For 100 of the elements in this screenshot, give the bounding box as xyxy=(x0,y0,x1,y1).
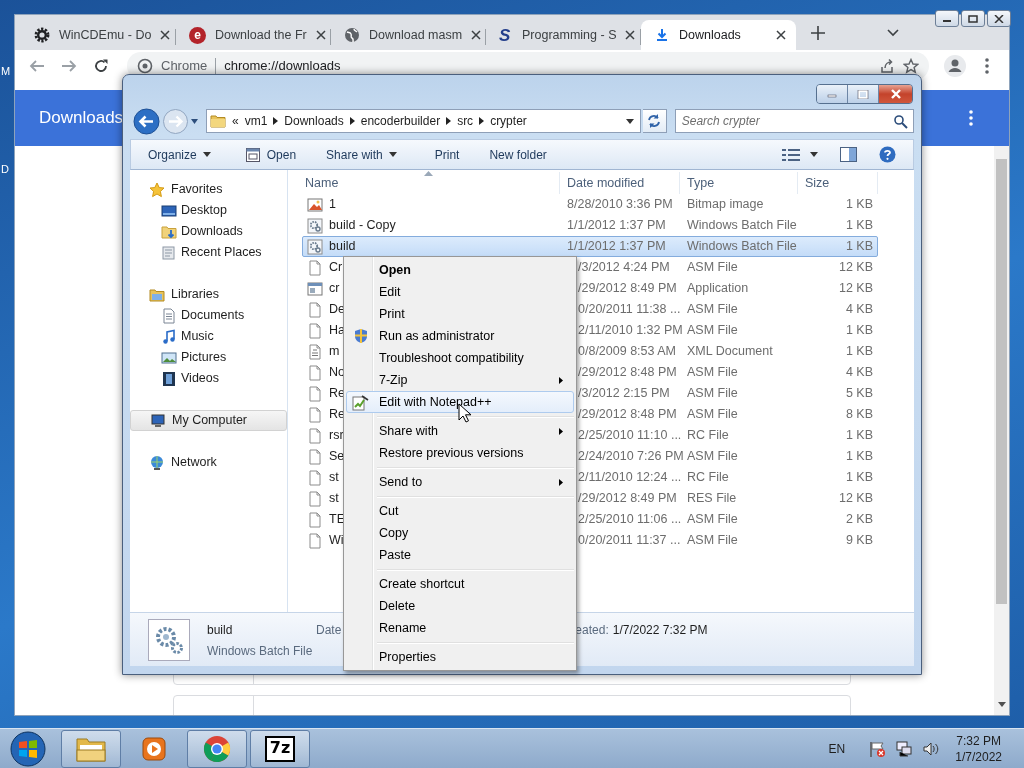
chevron-icon[interactable] xyxy=(479,117,485,125)
file-type: XML Document xyxy=(687,344,773,359)
menu-item[interactable]: Rename xyxy=(346,617,574,639)
share-icon[interactable] xyxy=(879,58,895,74)
taskbar-button[interactable]: 7z xyxy=(250,729,310,768)
menu-item[interactable]: Share with xyxy=(346,420,574,442)
close-icon xyxy=(889,89,902,99)
breadcrumb-item[interactable]: src xyxy=(457,112,474,130)
column-header[interactable]: Type xyxy=(680,172,798,194)
nav-item[interactable]: Music xyxy=(130,326,287,347)
toolbar-button[interactable]: Print xyxy=(425,142,469,167)
action-center-icon[interactable] xyxy=(868,739,887,758)
date-modified: /3/2012 4:24 PM xyxy=(578,260,670,275)
menu-item[interactable]: Print xyxy=(346,303,574,325)
file-icon xyxy=(307,532,323,549)
nav-item[interactable]: Desktop xyxy=(130,200,287,221)
profile-button[interactable] xyxy=(941,52,969,80)
chevron-icon[interactable] xyxy=(349,117,355,125)
recent-pages-button[interactable] xyxy=(191,118,198,124)
scrollbar[interactable] xyxy=(994,146,1009,715)
date-modified: 8/28/2010 3:36 PM xyxy=(567,197,673,212)
refresh-button[interactable] xyxy=(642,109,667,133)
bookmark-star-icon[interactable] xyxy=(903,58,919,74)
scroll-thumb[interactable] xyxy=(996,159,1007,604)
menu-item[interactable]: Properties xyxy=(346,646,574,668)
back-button[interactable] xyxy=(133,107,160,135)
clock[interactable]: 7:32 PM 1/7/2022 xyxy=(955,732,1002,765)
nav-item[interactable]: Videos xyxy=(130,368,287,389)
search-icon[interactable] xyxy=(893,114,908,129)
menu-item[interactable]: Open xyxy=(346,259,574,281)
desktop-icon-label[interactable]: D xyxy=(1,164,9,175)
file-type: ASM File xyxy=(687,386,738,401)
close-icon[interactable] xyxy=(471,30,482,40)
breadcrumb-item[interactable]: vm1 xyxy=(244,112,268,130)
file-size: 1 KB xyxy=(845,323,873,338)
taskbar-button[interactable] xyxy=(61,729,121,768)
close-icon[interactable] xyxy=(776,30,786,40)
breadcrumb-item[interactable]: crypter xyxy=(490,112,527,130)
menu-item[interactable]: Paste xyxy=(346,544,574,566)
browser-tab[interactable]: WinCDEmu - Do xyxy=(21,20,176,50)
nav-item[interactable]: My Computer xyxy=(130,410,287,431)
language-indicator[interactable]: EN xyxy=(828,739,846,758)
breadcrumb-item[interactable]: Downloads xyxy=(284,112,344,130)
nav-item[interactable]: Downloads xyxy=(130,221,287,242)
menu-item[interactable]: Restore previous versions xyxy=(346,442,574,464)
desktop-icon-label[interactable]: M xyxy=(1,66,11,77)
breadcrumb-item[interactable]: encoderbuilder xyxy=(360,112,441,130)
list-view-icon xyxy=(782,147,800,162)
nav-item[interactable]: Favorites xyxy=(130,179,287,200)
nav-item[interactable]: Documents xyxy=(130,305,287,326)
chrome-icon xyxy=(203,734,231,763)
browser-tab[interactable]: Download masm xyxy=(331,20,486,50)
menu-item[interactable]: Edit with Notepad++ xyxy=(346,391,574,413)
nav-item[interactable]: Libraries xyxy=(130,284,287,305)
close-button[interactable] xyxy=(879,85,912,103)
document-icon xyxy=(161,307,177,324)
site-info-icon[interactable] xyxy=(137,58,153,74)
column-header[interactable]: Date modified xyxy=(560,172,680,194)
toolbar-button[interactable]: Open xyxy=(235,142,306,167)
column-header[interactable]: Name xyxy=(298,172,560,194)
menu-item[interactable]: Send to xyxy=(346,471,574,493)
menu-item[interactable]: Edit xyxy=(346,281,574,303)
site-logo: S xyxy=(499,26,512,44)
menu-item[interactable]: 7-Zip xyxy=(346,369,574,391)
toolbar-button[interactable]: Organize xyxy=(139,142,220,167)
toolbar-button[interactable]: Share with xyxy=(317,142,406,167)
file-name: rsr xyxy=(329,427,344,445)
menu-item[interactable]: Create shortcut xyxy=(346,573,574,595)
chevron-icon[interactable] xyxy=(273,117,279,125)
network-icon[interactable] xyxy=(895,739,914,758)
browser-tab[interactable]: Downloads xyxy=(641,20,796,50)
menu-item[interactable]: Cut xyxy=(346,500,574,522)
column-header[interactable]: Size xyxy=(798,172,878,194)
selected-file-row[interactable]: build 1/1/2012 1:37 PM Windows Batch File 1 KB xyxy=(302,236,878,257)
nav-item[interactable]: Pictures xyxy=(130,347,287,368)
address-bar[interactable]: « vm1 Downloads encoderbuilder src crypter xyxy=(206,109,641,133)
toolbar-button[interactable]: New folder xyxy=(480,142,556,167)
maximize-button[interactable] xyxy=(961,10,985,27)
help-icon xyxy=(879,146,896,163)
maximize-button[interactable] xyxy=(848,85,879,103)
nav-item[interactable]: Recent Places xyxy=(130,242,287,263)
close-icon[interactable] xyxy=(160,30,171,40)
close-icon[interactable] xyxy=(315,30,326,40)
menu-item[interactable]: Copy xyxy=(346,522,574,544)
close-button[interactable] xyxy=(987,10,1011,27)
menu-item[interactable]: Delete xyxy=(346,595,574,617)
image-file-icon xyxy=(307,196,323,213)
scroll-down-icon[interactable] xyxy=(997,702,1006,707)
chevron-icon[interactable] xyxy=(446,117,452,125)
close-icon[interactable] xyxy=(625,30,636,40)
overflow-chevron[interactable]: « xyxy=(232,112,239,130)
minimize-button[interactable] xyxy=(935,10,959,27)
browser-tab[interactable]: S Programming - S xyxy=(486,20,641,50)
dropdown-icon[interactable] xyxy=(625,118,634,124)
menu-item[interactable]: Troubleshoot compatibility xyxy=(346,347,574,369)
taskbar-button[interactable] xyxy=(187,729,247,768)
search-field[interactable]: Search crypter xyxy=(674,109,914,133)
nav-item[interactable]: Network xyxy=(130,452,287,473)
browser-tab[interactable]: e Download the Fr xyxy=(176,20,331,50)
menu-item[interactable]: Run as administrator xyxy=(346,325,574,347)
